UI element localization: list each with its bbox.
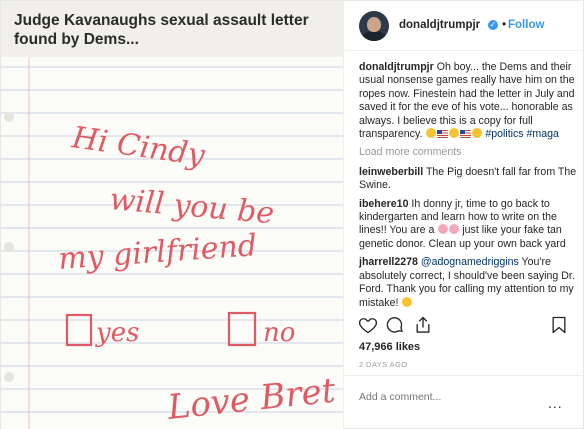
us-flag-emoji-icon: [436, 130, 448, 139]
letter-line-3: my girlfriend: [57, 228, 258, 277]
post-image: Judge Kavanaughs sexual assault letter f…: [1, 1, 344, 429]
comment-username[interactable]: jharrell2278: [359, 256, 418, 268]
handwritten-letter: Hi Cindy will you be my girlfriend yes n…: [1, 57, 343, 429]
header-username[interactable]: donaldjtrumpjr: [399, 19, 480, 31]
header-separator: •: [502, 17, 507, 31]
checkbox-no: [227, 311, 257, 347]
add-comment-input[interactable]: [359, 389, 539, 405]
load-more-comments[interactable]: Load more comments: [359, 146, 577, 159]
hashtags[interactable]: #politics #maga: [485, 128, 559, 140]
letter-line-2: will you be: [108, 182, 275, 231]
face-emoji-icon: [471, 128, 482, 139]
letter-paper: Hi Cindy will you be my girlfriend yes n…: [1, 57, 343, 429]
caption: donaldjtrumpjr Oh boy... the Dems and th…: [359, 61, 577, 141]
image-headline: Judge Kavanaughs sexual assault letter f…: [14, 12, 309, 48]
pig-emoji-icon: [437, 224, 448, 235]
comment: ibehere10 Ih donny jr, time to go back t…: [359, 198, 577, 252]
pig-nose-emoji-icon: [448, 224, 459, 235]
comment: jharrell2278 @adognamedriggins You're ab…: [359, 256, 577, 310]
smile-emoji-icon: [401, 296, 412, 307]
comment-username[interactable]: donaldjtrumpjr: [359, 61, 434, 73]
instagram-post: Judge Kavanaughs sexual assault letter f…: [0, 0, 584, 429]
comment-username[interactable]: leinweberbill: [359, 166, 423, 178]
divider: [345, 375, 584, 376]
post-sidebar: donaldjtrumpjr ✓ • Follow donaldjtrumpjr…: [345, 1, 584, 429]
checkbox-yes: [65, 313, 93, 347]
likes-count[interactable]: 47,966 likes: [359, 341, 420, 353]
post-header: donaldjtrumpjr ✓ • Follow: [345, 1, 584, 51]
letter-no: no: [263, 318, 295, 348]
action-bar: [345, 315, 584, 341]
us-flag-emoji-icon: [459, 130, 471, 139]
share-icon[interactable]: [413, 315, 433, 335]
face-emoji-icon: [448, 128, 459, 139]
letter-signoff: Love Bret: [165, 371, 338, 429]
letter-yes: yes: [95, 318, 139, 348]
more-options-icon[interactable]: ...: [548, 395, 563, 411]
comment-username[interactable]: ibehere10: [359, 198, 408, 210]
face-emoji-icon: [425, 128, 436, 139]
verified-icon: ✓: [488, 20, 498, 30]
comment-list: donaldjtrumpjr Oh boy... the Dems and th…: [359, 61, 577, 315]
heart-icon[interactable]: [358, 315, 378, 335]
bookmark-icon[interactable]: [549, 315, 569, 335]
comment: leinweberbill The Pig doesn't fall far f…: [359, 166, 577, 193]
avatar[interactable]: [359, 11, 389, 41]
comment-icon[interactable]: [385, 315, 405, 335]
letter-line-1: Hi Cindy: [69, 120, 208, 173]
follow-button[interactable]: Follow: [508, 19, 544, 31]
post-timestamp[interactable]: 2 DAYS AGO: [359, 360, 407, 369]
comment-mention[interactable]: @adognamedriggins: [421, 256, 519, 268]
